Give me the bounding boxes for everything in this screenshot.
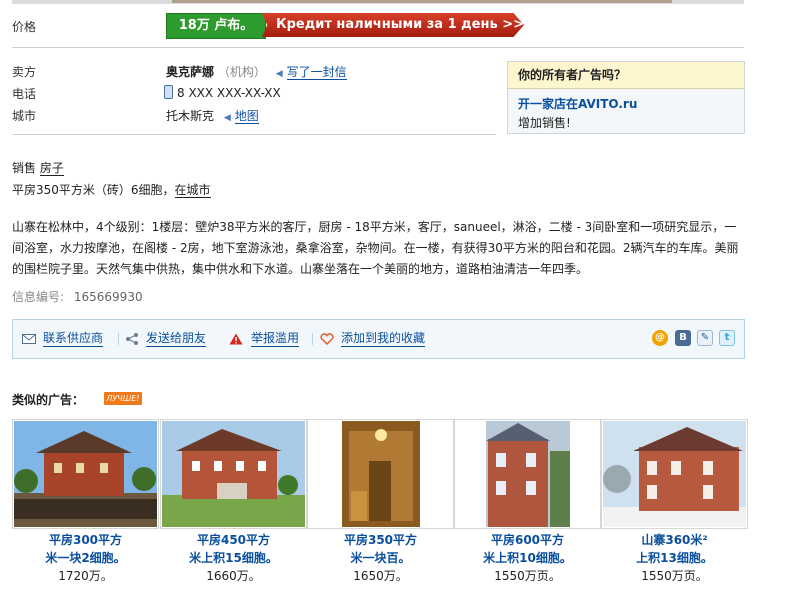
category-prefix: 销售 [12, 161, 37, 175]
house-photo-icon [162, 421, 305, 527]
envelope-icon [22, 334, 36, 344]
seller-name: 奥克萨娜 [166, 65, 215, 79]
action-bar: 联系供应商 发送给朋友 举报滥用 添加到我的收藏 @ B ✎ t [12, 319, 745, 359]
top-image-strip [12, 0, 744, 4]
share-icon [126, 333, 138, 345]
listing-id-line: 信息编号: 165669930 [12, 287, 747, 307]
similar-ad-title-line: 平房350平方 [343, 533, 418, 547]
similar-ad-title-line: 山寨360米² [641, 533, 708, 547]
phone-label: 电话 [12, 87, 37, 101]
triangle-left-icon: ◀ [223, 113, 231, 123]
heart-icon [320, 333, 334, 345]
similar-ad-title-line: 平房600平方 [490, 533, 565, 547]
interior-photo-icon [309, 421, 452, 527]
seller-type: （机构） [217, 65, 266, 79]
seller-label: 卖方 [12, 65, 37, 79]
write-letter-link[interactable]: 写了一封信 [286, 65, 347, 80]
map-link[interactable]: 地图 [234, 109, 259, 124]
similar-ads-title: 类似的广告： [12, 393, 85, 407]
phone-value: 8 XXX XXX-XX-XX [177, 86, 281, 100]
similar-ad-title-line: 上积13细胞。 [636, 551, 713, 565]
summary-text: 平房350平方米（砖）6细胞， [12, 183, 175, 197]
price-badge: 18万 卢布。 [166, 13, 266, 39]
credit-banner[interactable]: Кредит наличными за 1 день >> [262, 13, 524, 37]
similar-ad-title-line: 米上积10细胞。 [483, 551, 572, 565]
price-row: 价格 18万 卢布。 Кредит наличными за 1 день >> [12, 12, 744, 40]
city-label: 城市 [12, 109, 37, 123]
similar-ad-thumbnail[interactable] [160, 419, 307, 529]
category-line: 销售 房子 [12, 158, 747, 178]
similar-ad-title[interactable]: 平房600平方 米上积10细胞。 [454, 531, 601, 567]
similar-ad-price: 1550万页。 [641, 569, 708, 583]
city-row: 城市 托木斯克 ◀ 地图 [12, 107, 512, 125]
mail-ru-icon[interactable]: @ [652, 330, 668, 346]
city-filter-link[interactable]: 在城市 [174, 183, 211, 198]
similar-ad-title[interactable]: 山寨360米² 上积13细胞。 [601, 531, 748, 567]
listing-id-value: 165669930 [73, 290, 143, 304]
separator [118, 333, 119, 345]
similar-ad-price: 1550万页。 [494, 569, 561, 583]
similar-ad-title[interactable]: 平房450平方 米上积15细胞。 [160, 531, 307, 567]
open-store-link[interactable]: 开一家店在AVITO.ru [518, 95, 637, 112]
seller-row: 卖方 奥克萨娜 （机构） ◀ 写了一封信 [12, 63, 512, 81]
similar-ad-title-line: 平房300平方 [48, 533, 123, 547]
summary-line: 平房350平方米（砖）6细胞，在城市 [12, 180, 747, 200]
house-photo-icon [603, 421, 746, 527]
add-to-favorites-label: 添加到我的收藏 [341, 331, 426, 347]
similar-ad-thumbnail[interactable] [601, 419, 748, 529]
twitter-icon[interactable]: t [719, 330, 735, 346]
similar-ad-title-line: 米一块百。 [350, 551, 411, 565]
similar-ad-title[interactable]: 平房300平方 米一块2细胞。 [12, 531, 159, 567]
contact-seller-label: 联系供应商 [43, 331, 104, 347]
listing-id-label: 信息编号: [12, 290, 65, 304]
owner-promo-box: 你的所有者广告吗？ 开一家店在AVITO.ru 增加销售! [507, 61, 745, 134]
report-abuse-label: 举报滥用 [251, 331, 300, 347]
warning-icon [229, 333, 243, 345]
description: 山寨在松林中，4个级别：1楼层：壁炉38平方米的客厅，厨房 - 18平方米，客厅… [12, 220, 739, 276]
phone-icon [164, 85, 173, 99]
similar-ad-thumbnail[interactable] [12, 419, 159, 529]
city-value: 托木斯克 [166, 109, 215, 123]
similar-ad-price: 1650万。 [353, 569, 408, 583]
owner-box-title: 你的所有者广告吗？ [508, 62, 744, 89]
phone-row: 电话 8 XXX XXX-XX-XX [12, 85, 512, 103]
house-photo-icon [14, 421, 157, 527]
similar-ad-price: 1720万。 [58, 569, 113, 583]
separator [312, 333, 313, 345]
divider [12, 134, 496, 135]
category-link[interactable]: 房子 [39, 161, 64, 176]
similar-ad-title-line: 平房450平方 [196, 533, 271, 547]
livejournal-icon[interactable]: ✎ [697, 330, 713, 346]
vkontakte-icon[interactable]: B [675, 330, 691, 346]
similar-ad-price: 1660万。 [206, 569, 261, 583]
best-badge: ЛУЧШЕ! [104, 392, 142, 405]
similar-ad-title-line: 米上积15细胞。 [189, 551, 278, 565]
divider [12, 47, 744, 48]
triangle-left-icon: ◀ [275, 69, 283, 79]
send-to-friend-label: 发送给朋友 [146, 331, 207, 347]
house-photo-icon [456, 421, 599, 527]
price-label: 价格 [12, 20, 37, 34]
similar-ad-title-line: 米一块2细胞。 [45, 551, 126, 565]
similar-ad-thumbnail[interactable] [454, 419, 601, 529]
similar-ad-thumbnail[interactable] [307, 419, 454, 529]
similar-ad-title[interactable]: 平房350平方 米一块百。 [307, 531, 454, 567]
owner-box-subtitle: 增加销售! [518, 116, 571, 130]
